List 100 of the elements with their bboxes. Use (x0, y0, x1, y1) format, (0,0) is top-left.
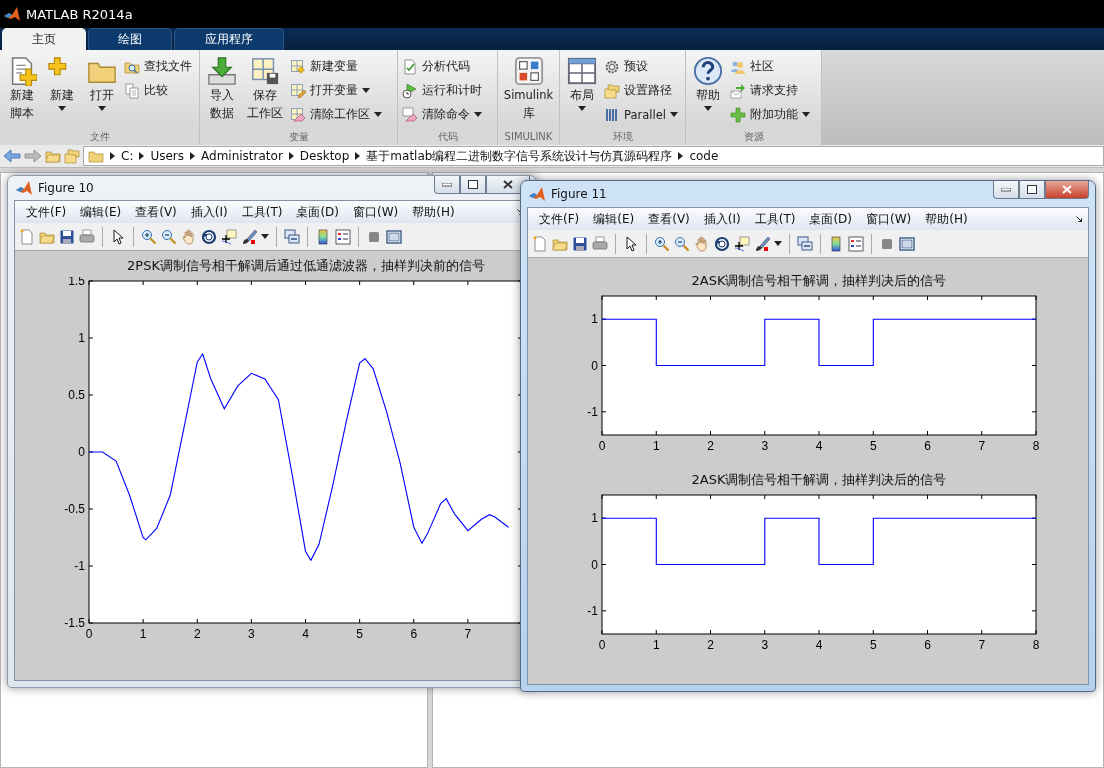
zoom-out-icon[interactable] (161, 228, 177, 245)
tick-label: 0 (598, 439, 606, 453)
toolstrip-button[interactable]: 预设 (604, 56, 678, 77)
zoom-in-icon[interactable] (141, 228, 157, 245)
chevron-icon (190, 152, 196, 160)
toolstrip-button[interactable]: 帮助 (690, 56, 726, 111)
toolstrip-button[interactable]: 新建 (44, 56, 80, 111)
path-segment[interactable]: C: (121, 149, 134, 163)
menu-item[interactable]: 窗口(W) (859, 210, 919, 228)
linked-windows-icon[interactable] (284, 228, 300, 245)
ribbon-tab[interactable]: 绘图 (88, 28, 172, 50)
path-field[interactable]: C: Users Administrator Desktop 基于matlab编程二进制数字信号系统设计与仿真源码程序 code (83, 146, 1104, 166)
caret-icon (362, 88, 370, 93)
brush-icon[interactable] (754, 235, 770, 252)
toolstrip-button[interactable]: Simulink 库 (502, 56, 555, 122)
menu-item[interactable]: 查看(V) (128, 203, 184, 221)
minimize-button[interactable] (993, 181, 1019, 199)
toolstrip-button[interactable]: 附加功能 (730, 104, 810, 125)
menu-item[interactable]: 编辑(E) (73, 203, 129, 221)
caret-icon[interactable] (261, 234, 269, 239)
tick-label: 5 (356, 627, 363, 641)
minimize-icon[interactable] (1001, 187, 1011, 192)
pointer-icon[interactable] (110, 228, 126, 245)
caret-icon[interactable] (774, 241, 782, 246)
toolstrip-button[interactable]: 清除工作区 (290, 104, 382, 125)
maximize-icon[interactable] (468, 180, 478, 189)
ribbon-tab[interactable]: 应用程序 (174, 28, 284, 50)
tick-label: 8 (1032, 638, 1040, 652)
matlab-logo-icon (4, 6, 20, 22)
forward-arrow-icon[interactable] (24, 149, 42, 163)
tick-label: 5 (869, 638, 877, 652)
new-file-icon[interactable] (532, 235, 548, 252)
frame-icon[interactable] (386, 228, 402, 245)
matlab-logo-icon (16, 180, 32, 196)
linked-windows-icon[interactable] (797, 235, 813, 252)
close-icon[interactable] (503, 180, 513, 189)
colorbar-icon[interactable] (315, 228, 331, 245)
toolstrip-button[interactable]: 分析代码 (402, 56, 482, 77)
menu-item[interactable]: 工具(T) (234, 203, 290, 221)
toolstrip-button[interactable]: Parallel (604, 104, 678, 125)
toolstrip-button[interactable]: 打开变量 (290, 80, 382, 101)
minimize-button[interactable] (434, 176, 460, 194)
path-segment[interactable]: code (689, 149, 719, 163)
menu-item[interactable]: 桌面(D) (289, 203, 346, 221)
legend-icon[interactable] (335, 228, 351, 245)
toolstrip-button[interactable]: 新建变量 (290, 56, 382, 77)
tick-label: 4 (815, 638, 823, 652)
new-file-icon[interactable] (19, 228, 35, 245)
toolstrip-button[interactable]: 保存 工作区 (244, 56, 286, 122)
toolstrip-button[interactable]: 比较 (124, 80, 192, 101)
toolstrip-button[interactable]: 运行和计时 (402, 80, 482, 101)
path-segment[interactable]: Desktop (299, 149, 350, 163)
menu-item[interactable]: 编辑(E) (586, 210, 642, 228)
frame-icon[interactable] (899, 235, 915, 252)
tick-label: 2 (193, 627, 201, 641)
legend-icon[interactable] (848, 235, 864, 252)
toolstrip-button[interactable]: 新建 脚本 (4, 56, 40, 122)
section-label: 资源 (686, 128, 821, 145)
tick-label: 6 (924, 439, 931, 453)
toolstrip-button[interactable]: 社区 (730, 56, 810, 77)
menu-item[interactable]: 插入(I) (183, 203, 235, 221)
brush-icon[interactable] (241, 228, 257, 245)
rotate-icon[interactable] (201, 228, 217, 245)
back-arrow-icon[interactable] (3, 149, 21, 163)
minimize-icon[interactable] (442, 182, 452, 187)
menu-item[interactable]: 工具(T) (747, 210, 803, 228)
menu-item[interactable]: 帮助(H) (405, 203, 462, 221)
path-segment[interactable]: Administrator (201, 149, 283, 163)
path-segment[interactable]: Users (150, 149, 185, 163)
data-cursor-icon[interactable] (734, 235, 750, 252)
toolstrip-button[interactable]: 查找文件 (124, 56, 192, 77)
maximize-button[interactable] (1019, 181, 1045, 199)
menu-item[interactable]: 帮助(H) (918, 210, 975, 228)
zoom-in-icon[interactable] (654, 235, 670, 252)
menu-item[interactable]: 文件(F) (19, 203, 74, 221)
toolstrip-button[interactable]: 请求支持 (730, 80, 810, 101)
toolstrip-button[interactable]: 布局 (564, 56, 600, 111)
menu-item[interactable]: 插入(I) (696, 210, 748, 228)
rotate-icon[interactable] (714, 235, 730, 252)
toolstrip-button[interactable]: 设置路径 (604, 80, 678, 101)
path-segment[interactable]: 基于matlab编程二进制数字信号系统设计与仿真源码程序 (366, 147, 673, 165)
tick-label: 3 (761, 638, 769, 652)
maximize-button[interactable] (460, 176, 486, 194)
menu-item[interactable]: 文件(F) (532, 210, 587, 228)
tick-label: 1 (652, 638, 660, 652)
dock-arrow-icon[interactable] (1074, 214, 1084, 224)
menu-item[interactable]: 桌面(D) (802, 210, 859, 228)
colorbar-icon[interactable] (828, 235, 844, 252)
menu-item[interactable]: 查看(V) (641, 210, 697, 228)
toolstrip-button[interactable]: 导入 数据 (204, 56, 240, 122)
maximize-icon[interactable] (1027, 185, 1037, 194)
data-cursor-icon[interactable] (221, 228, 237, 245)
close-button[interactable] (1045, 181, 1089, 199)
toolstrip-button[interactable]: 清除命令 (402, 104, 482, 125)
pointer-icon[interactable] (623, 235, 639, 252)
ribbon-tab[interactable]: 主页 (2, 28, 86, 50)
menu-item[interactable]: 窗口(W) (346, 203, 406, 221)
toolstrip-button[interactable]: 打开 (84, 56, 120, 111)
zoom-out-icon[interactable] (674, 235, 690, 252)
tick-label: 6 (410, 627, 418, 641)
